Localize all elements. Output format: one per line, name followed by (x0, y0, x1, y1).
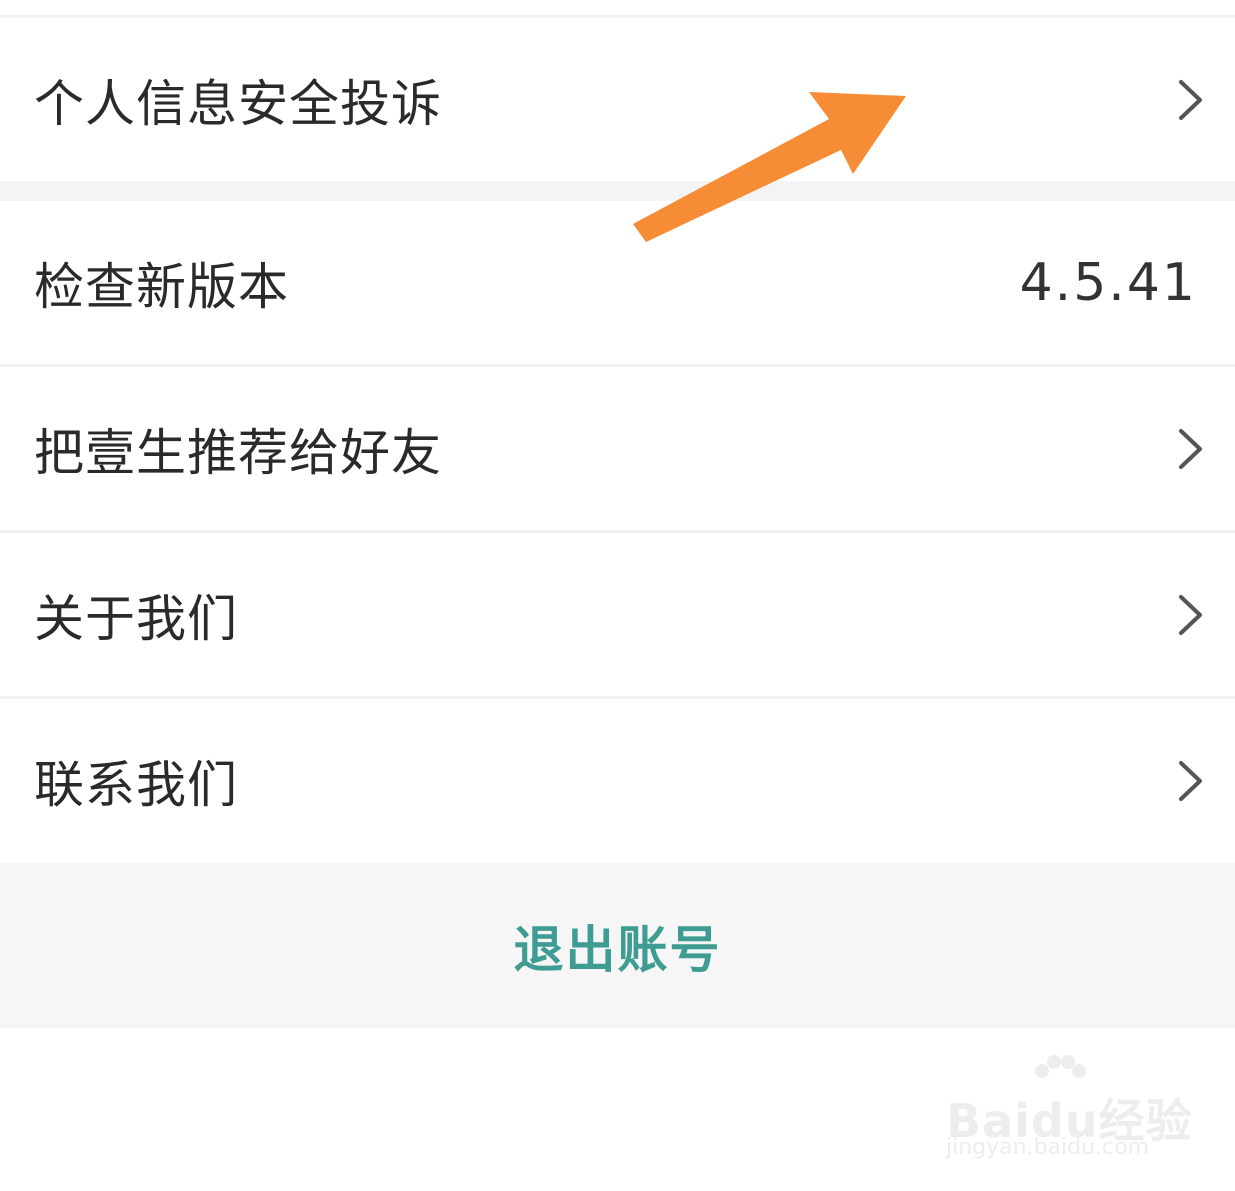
settings-item-privacy-complaint[interactable]: 个人信息安全投诉 (0, 18, 1235, 181)
settings-item-check-update[interactable]: 检查新版本 4.5.41 (0, 201, 1235, 364)
settings-item-label: 关于我们 (34, 589, 238, 648)
settings-item-label: 把壹生推荐给好友 (34, 423, 442, 482)
chevron-right-icon (1179, 79, 1202, 120)
section-gap (0, 181, 1235, 201)
settings-item-label: 联系我们 (34, 755, 238, 814)
logout-button[interactable]: 退出账号 (0, 863, 1235, 1028)
watermark-url: jingyan.baidu.com (946, 1135, 1150, 1160)
settings-item-recommend[interactable]: 把壹生推荐给好友 (0, 367, 1235, 530)
logout-section: 退出账号 (0, 863, 1235, 1028)
chevron-right-icon (1179, 428, 1202, 469)
logout-label: 退出账号 (513, 920, 722, 979)
chevron-right-icon (1179, 594, 1202, 635)
settings-item-label: 检查新版本 (34, 257, 289, 316)
top-strip (0, 0, 1235, 16)
settings-item-about-us[interactable]: 关于我们 (0, 533, 1235, 696)
baidu-watermark: Baidu经验 jingyan.baidu.com (940, 1055, 1192, 1170)
arrow-icon (633, 92, 906, 242)
settings-item-contact-us[interactable]: 联系我们 (0, 699, 1235, 862)
chevron-right-icon (1179, 760, 1202, 801)
version-value: 4.5.41 (1019, 252, 1197, 313)
settings-item-label: 个人信息安全投诉 (34, 74, 442, 133)
